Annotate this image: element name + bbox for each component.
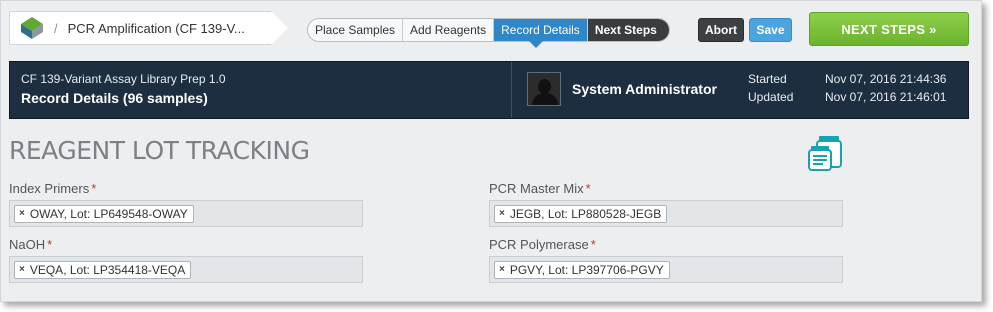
pcr-master-mix-label: PCR Master Mix * xyxy=(489,181,591,196)
step-record-details[interactable]: Record Details xyxy=(494,19,588,41)
protocol-name: CF 139-Variant Assay Library Prep 1.0 xyxy=(21,72,226,86)
step-navigator: Place Samples Add Reagents Record Detail… xyxy=(307,18,670,42)
breadcrumb-separator: / xyxy=(54,20,58,36)
remove-lot-icon[interactable]: × xyxy=(499,262,505,278)
step-place-samples[interactable]: Place Samples xyxy=(308,19,404,41)
remove-lot-icon[interactable]: × xyxy=(19,262,25,278)
pcr-polymerase-field[interactable]: × PGVY, Lot: LP397706-PGVY xyxy=(489,256,843,283)
user-name: System Administrator xyxy=(572,81,717,97)
updated-label: Updated xyxy=(748,90,794,104)
active-step-pointer xyxy=(529,41,543,48)
next-steps-button[interactable]: NEXT STEPS » xyxy=(809,12,969,46)
reagent-kit-icon[interactable] xyxy=(807,134,843,172)
abort-button[interactable]: Abort xyxy=(698,18,744,42)
app-frame: / PCR Amplification (CF 139-V... Place S… xyxy=(0,0,982,302)
index-primers-label: Index Primers * xyxy=(9,181,97,196)
naoh-label: NaOH * xyxy=(9,237,53,252)
app-logo-icon[interactable] xyxy=(20,16,44,40)
section-title: REAGENT LOT TRACKING xyxy=(9,136,310,165)
started-value: Nov 07, 2016 21:44:36 xyxy=(825,72,947,86)
header-divider xyxy=(511,62,512,118)
started-label: Started xyxy=(748,72,787,86)
naoh-field[interactable]: × VEQA, Lot: LP354418-VEQA xyxy=(9,256,363,283)
avatar xyxy=(527,72,561,106)
step-header: CF 139-Variant Assay Library Prep 1.0 Re… xyxy=(9,61,969,119)
naoh-lot-tag: × VEQA, Lot: LP354418-VEQA xyxy=(14,261,192,279)
save-button[interactable]: Save xyxy=(749,18,792,42)
breadcrumb: / PCR Amplification (CF 139-V... xyxy=(9,11,288,45)
step-add-reagents[interactable]: Add Reagents xyxy=(403,19,495,41)
index-primers-lot-tag: × OWAY, Lot: LP649548-OWAY xyxy=(14,205,194,223)
pcr-master-mix-lot-tag: × JEGB, Lot: LP880528-JEGB xyxy=(494,205,668,223)
step-next-steps[interactable]: Next Steps xyxy=(587,19,669,41)
remove-lot-icon[interactable]: × xyxy=(499,206,505,222)
pcr-master-mix-field[interactable]: × JEGB, Lot: LP880528-JEGB xyxy=(489,200,843,227)
pcr-polymerase-lot-tag: × PGVY, Lot: LP397706-PGVY xyxy=(494,261,670,279)
breadcrumb-title[interactable]: PCR Amplification (CF 139-V... xyxy=(68,21,245,36)
remove-lot-icon[interactable]: × xyxy=(19,206,25,222)
updated-value: Nov 07, 2016 21:46:01 xyxy=(825,90,947,104)
step-title: Record Details (96 samples) xyxy=(21,90,208,106)
pcr-polymerase-label: PCR Polymerase * xyxy=(489,237,596,252)
index-primers-field[interactable]: × OWAY, Lot: LP649548-OWAY xyxy=(9,200,363,227)
